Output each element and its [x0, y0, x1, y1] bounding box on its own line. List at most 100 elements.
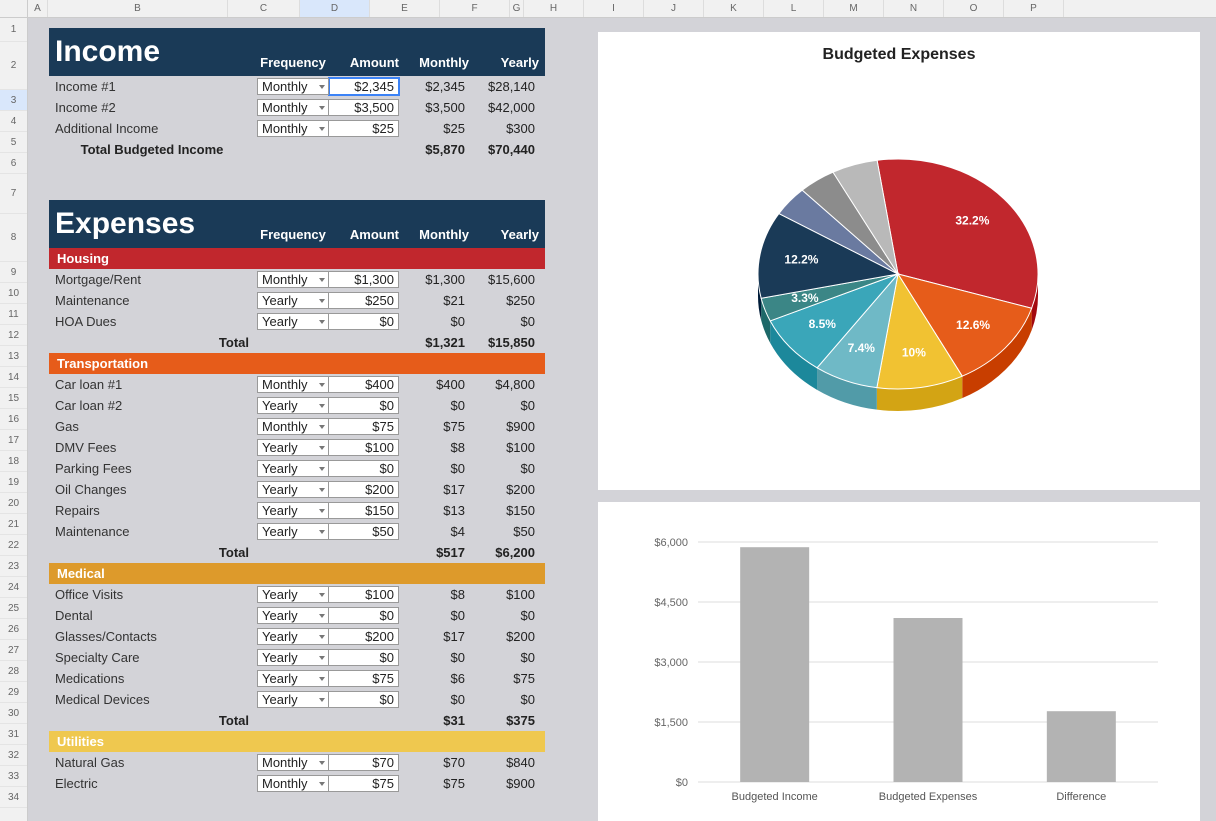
cell-amount[interactable]: $70	[329, 754, 399, 771]
row-header-29[interactable]: 29	[0, 682, 27, 703]
cell-yearly[interactable]: $150	[469, 503, 539, 518]
cell-amount[interactable]: $1,300	[329, 271, 399, 288]
cell-frequency-dropdown[interactable]: Yearly	[257, 523, 329, 540]
cell-label[interactable]: Parking Fees	[55, 461, 257, 476]
cell-monthly[interactable]: $0	[399, 608, 469, 623]
row-headers[interactable]: 1234567891011121314151617181920212223242…	[0, 18, 28, 821]
cell-monthly[interactable]: $70	[399, 755, 469, 770]
row-header-16[interactable]: 16	[0, 409, 27, 430]
cell-monthly[interactable]: $0	[399, 314, 469, 329]
cell-label[interactable]: Medical Devices	[55, 692, 257, 707]
row-header-31[interactable]: 31	[0, 724, 27, 745]
cell-monthly[interactable]: $1,300	[399, 272, 469, 287]
row-header-30[interactable]: 30	[0, 703, 27, 724]
cell-yearly[interactable]: $75	[469, 671, 539, 686]
cell-label[interactable]: Additional Income	[55, 121, 257, 136]
cell-monthly[interactable]: $400	[399, 377, 469, 392]
cell-amount[interactable]: $75	[329, 418, 399, 435]
cell-label[interactable]: Oil Changes	[55, 482, 257, 497]
cell-frequency-dropdown[interactable]: Yearly	[257, 628, 329, 645]
col-header-C[interactable]: C	[228, 0, 300, 17]
row-header-27[interactable]: 27	[0, 640, 27, 661]
cell-frequency-dropdown[interactable]: Yearly	[257, 649, 329, 666]
cell-yearly[interactable]: $900	[469, 776, 539, 791]
cell-frequency-dropdown[interactable]: Yearly	[257, 460, 329, 477]
col-header-G[interactable]: G	[510, 0, 524, 17]
row-header-19[interactable]: 19	[0, 472, 27, 493]
row-header-13[interactable]: 13	[0, 346, 27, 367]
row-header-3[interactable]: 3	[0, 90, 27, 111]
cell-monthly[interactable]: $25	[399, 121, 469, 136]
col-header-O[interactable]: O	[944, 0, 1004, 17]
cell-amount[interactable]: $150	[329, 502, 399, 519]
cell-monthly[interactable]: $4	[399, 524, 469, 539]
cell-yearly[interactable]: $900	[469, 419, 539, 434]
cell-yearly[interactable]: $200	[469, 482, 539, 497]
cell-monthly[interactable]: $13	[399, 503, 469, 518]
cell-yearly[interactable]: $4,800	[469, 377, 539, 392]
row-header-24[interactable]: 24	[0, 577, 27, 598]
cell-monthly[interactable]: $3,500	[399, 100, 469, 115]
cell-amount[interactable]: $2,345	[329, 78, 399, 95]
cell-yearly[interactable]: $0	[469, 692, 539, 707]
row-header-5[interactable]: 5	[0, 132, 27, 153]
cell-amount[interactable]: $400	[329, 376, 399, 393]
row-header-12[interactable]: 12	[0, 325, 27, 346]
cell-label[interactable]: Medications	[55, 671, 257, 686]
cell-frequency-dropdown[interactable]: Monthly	[257, 376, 329, 393]
col-header-J[interactable]: J	[644, 0, 704, 17]
cell-yearly[interactable]: $200	[469, 629, 539, 644]
cell-monthly[interactable]: $8	[399, 587, 469, 602]
cell-yearly[interactable]: $0	[469, 398, 539, 413]
cell-label[interactable]: Dental	[55, 608, 257, 623]
cell-label[interactable]: Maintenance	[55, 293, 257, 308]
cell-frequency-dropdown[interactable]: Monthly	[257, 418, 329, 435]
row-header-14[interactable]: 14	[0, 367, 27, 388]
row-header-23[interactable]: 23	[0, 556, 27, 577]
cell-label[interactable]: DMV Fees	[55, 440, 257, 455]
column-headers[interactable]: ABCDEFGHIJKLMNOP	[28, 0, 1216, 18]
spreadsheet[interactable]: ABCDEFGHIJKLMNOP 12345678910111213141516…	[0, 0, 1216, 821]
cell-frequency-dropdown[interactable]: Yearly	[257, 313, 329, 330]
cell-yearly[interactable]: $0	[469, 314, 539, 329]
cell-yearly[interactable]: $250	[469, 293, 539, 308]
row-header-1[interactable]: 1	[0, 18, 27, 42]
cell-monthly[interactable]: $0	[399, 461, 469, 476]
grid-area[interactable]: Income Frequency Amount Monthly Yearly I…	[28, 18, 1216, 821]
cell-label[interactable]: Natural Gas	[55, 755, 257, 770]
row-header-34[interactable]: 34	[0, 787, 27, 808]
cell-label[interactable]: Income #1	[55, 79, 257, 94]
row-header-33[interactable]: 33	[0, 766, 27, 787]
cell-monthly[interactable]: $75	[399, 776, 469, 791]
cell-frequency-dropdown[interactable]: Yearly	[257, 481, 329, 498]
cell-monthly[interactable]: $2,345	[399, 79, 469, 94]
col-header-L[interactable]: L	[764, 0, 824, 17]
cell-yearly[interactable]: $100	[469, 440, 539, 455]
cell-yearly[interactable]: $0	[469, 608, 539, 623]
cell-yearly[interactable]: $28,140	[469, 79, 539, 94]
cell-monthly[interactable]: $75	[399, 419, 469, 434]
cell-frequency-dropdown[interactable]: Yearly	[257, 670, 329, 687]
cell-label[interactable]: Mortgage/Rent	[55, 272, 257, 287]
cell-amount[interactable]: $0	[329, 607, 399, 624]
col-header-K[interactable]: K	[704, 0, 764, 17]
cell-monthly[interactable]: $21	[399, 293, 469, 308]
cell-frequency-dropdown[interactable]: Yearly	[257, 292, 329, 309]
cell-frequency-dropdown[interactable]: Monthly	[257, 78, 329, 95]
cell-label[interactable]: Repairs	[55, 503, 257, 518]
cell-amount[interactable]: $0	[329, 397, 399, 414]
cell-label[interactable]: HOA Dues	[55, 314, 257, 329]
cell-amount[interactable]: $200	[329, 628, 399, 645]
cell-yearly[interactable]: $100	[469, 587, 539, 602]
col-header-I[interactable]: I	[584, 0, 644, 17]
cell-label[interactable]: Car loan #2	[55, 398, 257, 413]
row-header-25[interactable]: 25	[0, 598, 27, 619]
cell-frequency-dropdown[interactable]: Yearly	[257, 397, 329, 414]
cell-yearly[interactable]: $0	[469, 650, 539, 665]
cell-amount[interactable]: $200	[329, 481, 399, 498]
row-header-8[interactable]: 8	[0, 214, 27, 262]
cell-yearly[interactable]: $840	[469, 755, 539, 770]
cell-monthly[interactable]: $6	[399, 671, 469, 686]
cell-monthly[interactable]: $0	[399, 398, 469, 413]
cell-amount[interactable]: $75	[329, 775, 399, 792]
